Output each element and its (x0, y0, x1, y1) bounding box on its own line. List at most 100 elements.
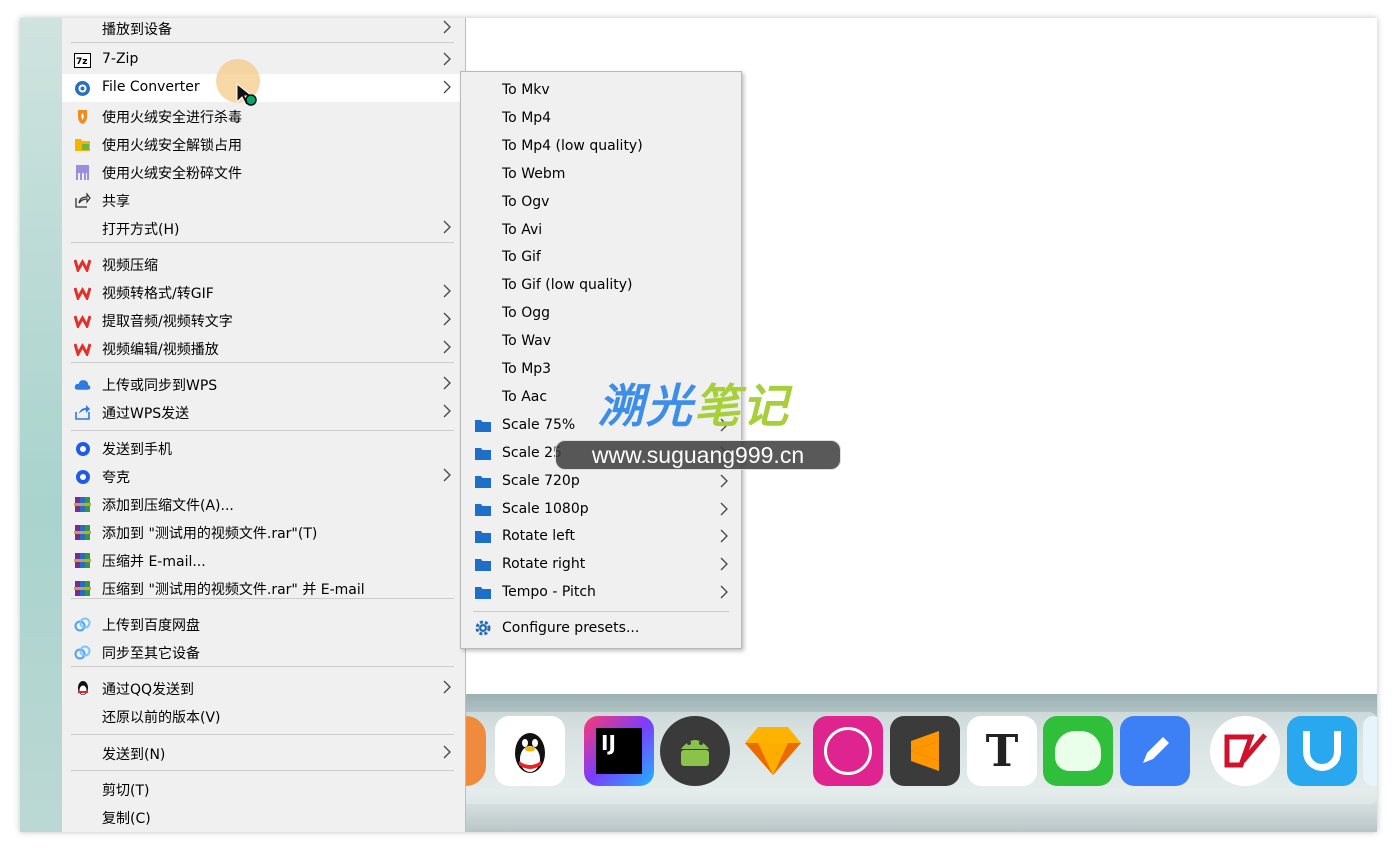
submenu-item[interactable]: To Gif (low quality) (461, 271, 741, 299)
chevron-right-icon (440, 372, 454, 394)
submenu-item-label: To Mkv (502, 82, 550, 98)
submenu-item[interactable]: To Ogv (461, 188, 741, 216)
submenu-item[interactable]: To Ogg (461, 299, 741, 327)
context-menu-item-label: 视频转格式/转GIF (102, 286, 214, 302)
context-menu-item[interactable]: 添加到 "测试用的视频文件.rar"(T) (62, 518, 466, 546)
cloud-icon (74, 376, 91, 393)
folder-icon (475, 530, 491, 544)
submenu-item[interactable]: Scale 720p (461, 467, 741, 495)
context-menu: 播放到设备 7z 7-Zip File Converter 使用火绒安全进行杀毒 使用火绒… (62, 18, 466, 832)
sublime-text-icon[interactable] (890, 716, 960, 786)
context-menu-item[interactable]: 视频压缩 (62, 250, 466, 278)
context-menu-item-label: 夸克 (102, 470, 130, 486)
typora-icon[interactable]: T (967, 716, 1037, 786)
context-menu-item-label: 共享 (102, 194, 130, 210)
context-menu-item[interactable]: 上传到百度网盘 (62, 610, 466, 638)
context-menu-item[interactable]: 夸克 (62, 462, 466, 490)
context-menu-item[interactable]: 添加到压缩文件(A)... (62, 490, 466, 518)
context-menu-item-label: File Converter (102, 79, 200, 95)
context-menu-item[interactable]: 还原以前的版本(V) (62, 702, 466, 730)
submenu-item[interactable]: Rotate right (461, 550, 741, 578)
submenu-item-label: To Wav (502, 333, 551, 350)
context-menu-item[interactable]: 视频转格式/转GIF (62, 278, 466, 306)
menu-separator (71, 242, 454, 243)
quark-icon (74, 468, 91, 485)
xmind-icon[interactable] (1210, 716, 1280, 786)
context-menu-item[interactable]: 视频编辑/视频播放 (62, 334, 466, 362)
context-menu-item[interactable]: 提取音频/视频转文字 (62, 306, 466, 334)
context-menu-item-label: 提取音频/视频转文字 (102, 314, 233, 330)
baidu-pan-icon (74, 616, 91, 633)
submenu-item-label: Tempo - Pitch (502, 584, 596, 601)
folder-icon (475, 447, 491, 460)
context-menu-item-label: 发送到(N) (102, 747, 166, 763)
folder-icon (475, 475, 491, 488)
context-menu-item[interactable]: 使用火绒安全粉碎文件 (62, 158, 466, 186)
context-menu-item[interactable]: 发送到(N) (62, 739, 466, 767)
submenu-item-label: To Webm (502, 165, 566, 182)
context-menu-item-label: 压缩并 E-mail... (102, 554, 206, 570)
chevron-right-icon (440, 308, 454, 330)
context-menu-item-label: 上传或同步到WPS (102, 378, 218, 394)
shredder-icon (74, 164, 91, 181)
submenu-item-label: Scale 1080p (502, 500, 589, 517)
wps-icon (74, 312, 91, 329)
winrar-icon (74, 496, 91, 513)
submenu-item[interactable]: To Mkv (461, 76, 741, 104)
chevron-right-icon (717, 498, 731, 520)
context-menu-item-label: 还原以前的版本(V) (102, 710, 221, 726)
submenu-item[interactable]: To Mp4 (low quality) (461, 132, 741, 160)
submenu-item[interactable]: To Webm (461, 160, 741, 188)
submenu-item[interactable]: To Avi (461, 216, 741, 244)
context-menu-item-label: 通过QQ发送到 (102, 682, 195, 698)
context-menu-item[interactable]: 压缩并 E-mail... (62, 546, 466, 574)
context-menu-item[interactable]: 发送到手机 (62, 434, 466, 462)
pinbo-icon[interactable] (813, 716, 883, 786)
intellij-idea-icon[interactable]: IJ (584, 716, 654, 786)
notes-app-icon[interactable] (1120, 716, 1190, 786)
context-menu-item[interactable]: 上传或同步到WPS (62, 370, 466, 398)
context-menu-item[interactable]: 打开方式(H) (62, 214, 466, 242)
context-menu-item[interactable]: File Converter (62, 74, 466, 102)
submenu-item[interactable]: To Wav (461, 327, 741, 355)
submenu-item-label: Scale 25 (502, 444, 562, 461)
chevron-right-icon (717, 553, 731, 575)
context-menu-item-label: 发送到手机 (102, 442, 172, 458)
context-menu-item[interactable]: 通过WPS发送 (62, 398, 466, 426)
context-menu-item[interactable]: 使用火绒安全进行杀毒 (62, 102, 466, 130)
context-menu-item[interactable]: 7z 7-Zip (62, 46, 466, 74)
android-app-icon[interactable] (1043, 716, 1113, 786)
submenu-item-label: To Gif (502, 249, 541, 266)
wps-icon (74, 284, 91, 301)
mouse-cursor-icon (236, 82, 257, 106)
partial-app-icon-right[interactable] (1363, 716, 1377, 786)
submenu-item[interactable]: To Mp4 (461, 104, 741, 132)
context-menu-item[interactable]: 剪切(T) (62, 775, 466, 803)
chevron-right-icon (440, 741, 454, 763)
context-menu-item[interactable]: 播放到设备 (62, 18, 466, 42)
submenu-item[interactable]: To Gif (461, 243, 741, 271)
context-menu-item[interactable]: 复制(C) (62, 803, 466, 831)
chevron-right-icon (440, 280, 454, 302)
submenu-item-label: To Mp3 (502, 361, 552, 377)
context-menu-item[interactable]: 通过QQ发送到 (62, 674, 466, 702)
submenu-item[interactable]: Tempo - Pitch (461, 578, 741, 606)
chevron-right-icon (440, 18, 454, 38)
context-menu-item-label: 视频编辑/视频播放 (102, 342, 219, 358)
submenu-item[interactable]: Configure presets... (461, 614, 741, 642)
winrar-icon (74, 580, 91, 597)
magnet-app-icon[interactable] (1287, 716, 1357, 786)
context-menu-item[interactable]: 使用火绒安全解锁占用 (62, 130, 466, 158)
submenu-item-label: Configure presets... (502, 620, 640, 636)
android-studio-icon[interactable] (660, 716, 730, 786)
context-menu-item[interactable]: 压缩到 "测试用的视频文件.rar" 并 E-mail (62, 574, 466, 602)
submenu-item[interactable]: Rotate left (461, 522, 741, 550)
unlock-folder-icon (74, 136, 91, 153)
submenu-item[interactable]: Scale 1080p (461, 495, 741, 523)
share-icon (74, 192, 91, 209)
sketch-icon[interactable] (738, 716, 808, 786)
qq-app-icon[interactable] (495, 716, 565, 786)
context-menu-item[interactable]: 同步至其它设备 (62, 638, 466, 666)
context-menu-item[interactable]: 共享 (62, 186, 466, 214)
context-menu-item-label: 视频压缩 (102, 258, 158, 274)
